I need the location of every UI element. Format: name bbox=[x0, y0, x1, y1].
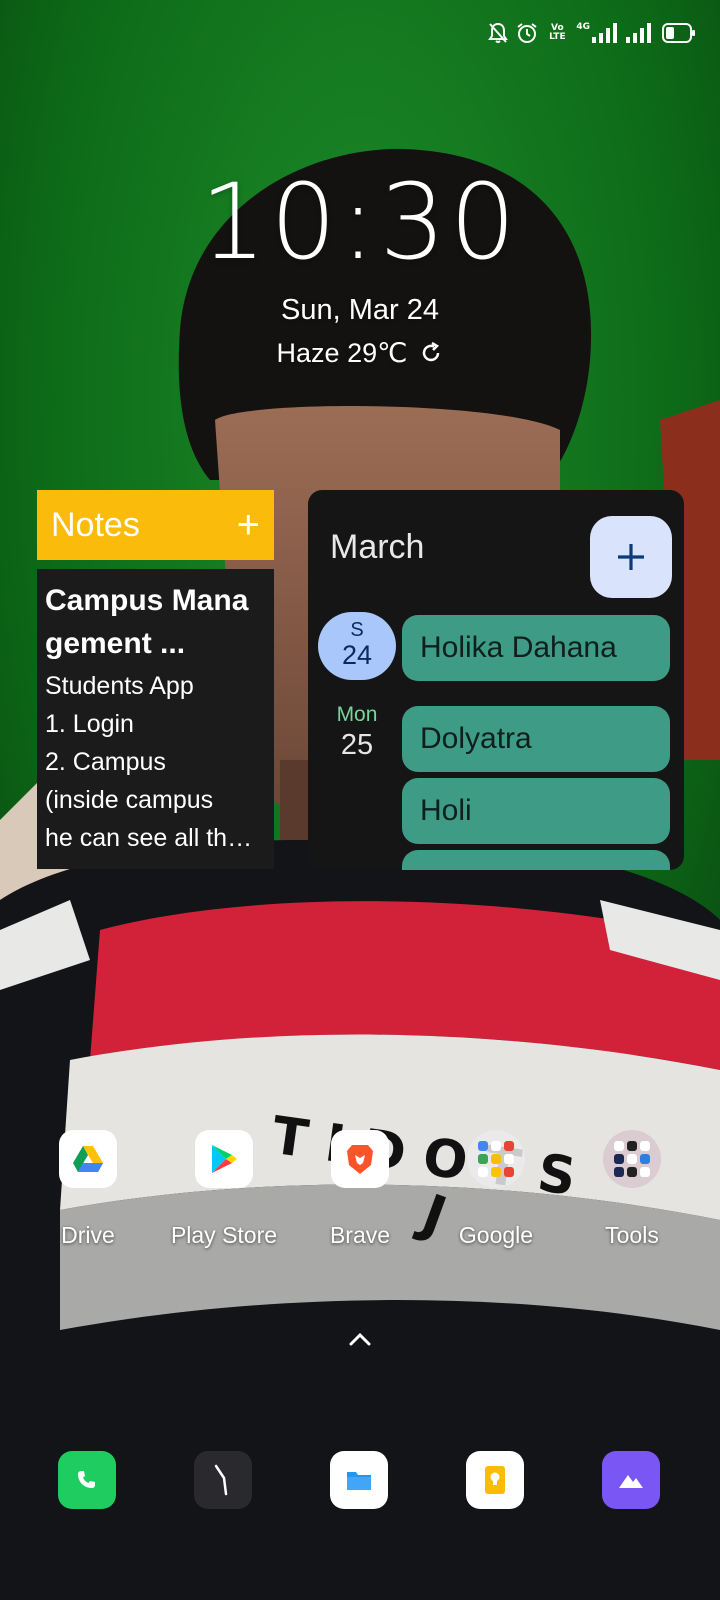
plus-icon bbox=[618, 544, 644, 570]
calendar-day-number: 24 bbox=[341, 640, 373, 670]
notes-widget-body[interactable]: Campus Management ... Students App 1. Lo… bbox=[37, 569, 274, 869]
app-brave[interactable]: Brave bbox=[292, 1130, 428, 1249]
chevron-up-icon[interactable] bbox=[340, 1326, 380, 1350]
calendar-widget[interactable]: March S 24 Holika Dahana Mon 25 Dolyatra… bbox=[308, 490, 684, 870]
keep-notes-icon bbox=[485, 1466, 505, 1494]
calendar-event-partial[interactable] bbox=[402, 850, 670, 870]
calendar-weekday: S bbox=[350, 619, 364, 641]
dock-phone[interactable] bbox=[58, 1451, 116, 1509]
app-drive[interactable]: Drive bbox=[20, 1130, 156, 1249]
app-label: Play Store bbox=[170, 1222, 278, 1248]
folder-icon bbox=[603, 1130, 661, 1188]
gallery-icon bbox=[619, 1475, 643, 1488]
note-title: Campus Management ... bbox=[45, 584, 249, 660]
note-line: 1. Login bbox=[45, 710, 134, 738]
app-label: Tools bbox=[605, 1222, 659, 1248]
clock-time[interactable]: 10:30 bbox=[0, 162, 720, 282]
bell-muted-icon bbox=[488, 22, 509, 43]
google-drive-icon bbox=[59, 1130, 117, 1188]
alarm-icon bbox=[517, 23, 537, 43]
dock-files[interactable] bbox=[330, 1451, 388, 1509]
calendar-day[interactable]: Mon 25 bbox=[318, 702, 396, 762]
signal-4g-icon: 4G bbox=[576, 23, 618, 43]
clock-icon bbox=[214, 1464, 228, 1496]
lte-text: LTE bbox=[549, 32, 566, 42]
folder-icon bbox=[467, 1130, 525, 1188]
app-folder-google[interactable]: Google bbox=[428, 1130, 564, 1249]
dock-gallery[interactable] bbox=[602, 1451, 660, 1509]
dock-keep-notes[interactable] bbox=[466, 1451, 524, 1509]
volte-icon: Vo LTE bbox=[546, 24, 568, 42]
note-line: he can see all th… bbox=[45, 824, 253, 852]
calendar-event[interactable]: Dolyatra bbox=[402, 706, 670, 772]
calendar-event[interactable]: Holika Dahana bbox=[402, 615, 670, 681]
calendar-day-number: 25 bbox=[340, 729, 374, 761]
brave-lion-icon bbox=[331, 1130, 389, 1188]
note-line: 2. Campus bbox=[45, 748, 166, 776]
app-label: Google bbox=[458, 1222, 534, 1248]
calendar-event[interactable]: Holi bbox=[402, 778, 670, 844]
app-play-store[interactable]: Play Store bbox=[156, 1130, 292, 1249]
calendar-add-event-button[interactable] bbox=[590, 516, 672, 598]
app-label: Drive bbox=[61, 1222, 115, 1248]
app-folder-tools[interactable]: Tools bbox=[564, 1130, 700, 1249]
note-line: Students App bbox=[45, 672, 194, 700]
app-label: Brave bbox=[329, 1222, 391, 1248]
play-store-icon bbox=[195, 1130, 253, 1188]
battery-icon bbox=[662, 23, 695, 43]
network-type-text: 4G bbox=[576, 22, 590, 32]
dock-clock[interactable] bbox=[194, 1451, 252, 1509]
weather-text: Haze 29℃ bbox=[276, 338, 408, 368]
notes-widget-header[interactable]: Notes + bbox=[37, 490, 274, 560]
signal-icon bbox=[626, 23, 651, 43]
status-bar: Vo LTE 4G bbox=[488, 16, 696, 50]
files-icon bbox=[347, 1472, 371, 1490]
note-line: (inside campus bbox=[45, 786, 214, 814]
clock-date[interactable]: Sun, Mar 24 bbox=[0, 292, 720, 328]
notes-add-button[interactable]: + bbox=[237, 505, 260, 545]
phone-icon bbox=[78, 1471, 95, 1488]
weather-row[interactable]: Haze 29℃ bbox=[0, 336, 720, 370]
refresh-icon[interactable] bbox=[419, 341, 443, 365]
calendar-weekday: Mon bbox=[336, 703, 378, 726]
calendar-month-label: March bbox=[330, 528, 425, 566]
calendar-day-today[interactable]: S 24 bbox=[318, 612, 396, 680]
notes-widget-title: Notes bbox=[51, 505, 140, 544]
